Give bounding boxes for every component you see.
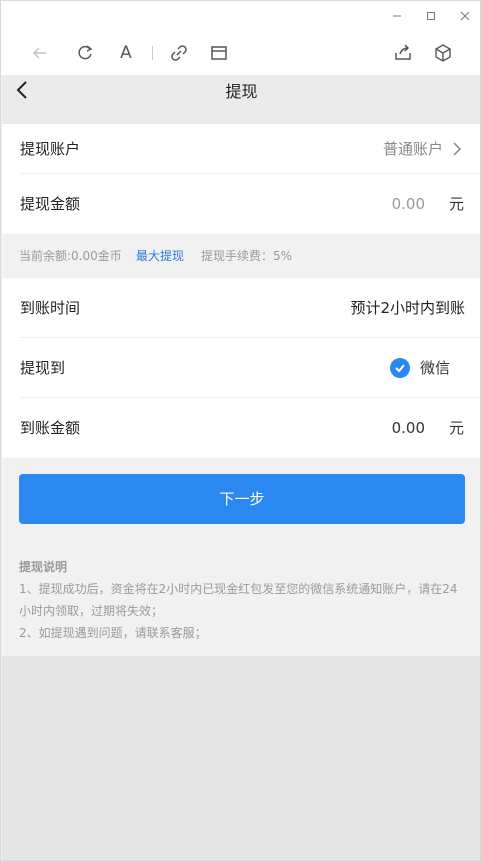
max-withdraw-link[interactable]: 最大提现 (136, 234, 184, 278)
cube-icon (435, 44, 451, 62)
received-amount-value: 0.00 (391, 419, 425, 437)
wechat-label[interactable]: 微信 (420, 338, 450, 398)
close-icon (460, 11, 470, 21)
spacer (2, 104, 480, 124)
browser-toolbar: A (1, 31, 480, 75)
withdraw-notes: 提现说明 1、提现成功后，资金将在2小时内已现金红包发至您的微信系统通知账户，请… (19, 556, 467, 644)
title-bar (1, 1, 480, 31)
window-icon (211, 46, 227, 60)
nav-bar: 提现 (2, 75, 480, 104)
page-title: 提现 (225, 82, 258, 101)
balance-text: 当前余额:0.00金币 (19, 249, 122, 263)
empty-area (2, 656, 480, 860)
withdraw-page: 提现 提现账户 普通账户 提现金额 0.00 元 当前余额:0.00金币 最大提… (2, 75, 480, 860)
font-button[interactable]: A (114, 41, 138, 65)
refresh-icon (78, 45, 93, 60)
link-button[interactable] (167, 41, 191, 65)
maximize-button[interactable] (421, 7, 441, 25)
balance-info-bar: 当前余额:0.00金币 最大提现 提现手续费：5% (2, 234, 480, 278)
extensions-button[interactable] (431, 41, 455, 65)
check-icon (395, 364, 405, 373)
minimize-button[interactable] (387, 7, 407, 25)
fee-text: 提现手续费：5% (201, 249, 293, 263)
received-amount-unit: 元 (448, 419, 464, 437)
share-button[interactable] (391, 41, 415, 65)
minimize-icon (393, 15, 401, 17)
window-button[interactable] (207, 41, 231, 65)
received-amount-row: 到账金额 0.00 元 (2, 398, 480, 458)
toolbar-divider (152, 46, 153, 60)
back-button[interactable] (28, 41, 52, 65)
notes-line-2: 2、如提现遇到问题，请联系客服； (19, 626, 207, 640)
chevron-right-icon (453, 142, 462, 156)
arrival-time-label: 到账时间 (20, 299, 81, 317)
amount-input[interactable]: 0.00 (392, 174, 425, 234)
account-value: 普通账户 (382, 140, 443, 158)
arrival-time-row: 到账时间 预计2小时内到账 (2, 278, 480, 338)
account-row[interactable]: 提现账户 普通账户 (2, 124, 480, 174)
notes-line-1: 1、提现成功后，资金将在2小时内已现金红包发至您的微信系统通知账户，请在24小时… (19, 582, 458, 618)
browser-window: A 提现 提现账户 普通账户 提现金额 0.00 元 当前余额:0.00金币 最… (0, 0, 481, 861)
amount-label: 提现金额 (20, 195, 81, 213)
account-label: 提现账户 (20, 140, 81, 158)
received-amount-label: 到账金额 (20, 419, 81, 437)
refresh-button[interactable] (73, 41, 97, 65)
amount-row: 提现金额 0.00 元 (2, 174, 480, 234)
share-icon (395, 44, 411, 60)
amount-unit: 元 (448, 195, 464, 213)
arrival-time-value: 预计2小时内到账 (350, 299, 465, 317)
maximize-icon (427, 12, 435, 20)
next-step-button[interactable]: 下一步 (19, 474, 465, 524)
back-icon (32, 47, 46, 59)
withdraw-to-row: 提现到 微信 (2, 338, 480, 398)
withdraw-to-label: 提现到 (20, 359, 66, 377)
link-icon (171, 45, 187, 61)
font-icon: A (120, 43, 132, 63)
notes-title: 提现说明 (19, 560, 68, 574)
close-button[interactable] (455, 7, 475, 25)
button-area: 下一步 (2, 458, 480, 556)
wechat-radio[interactable] (390, 358, 410, 378)
